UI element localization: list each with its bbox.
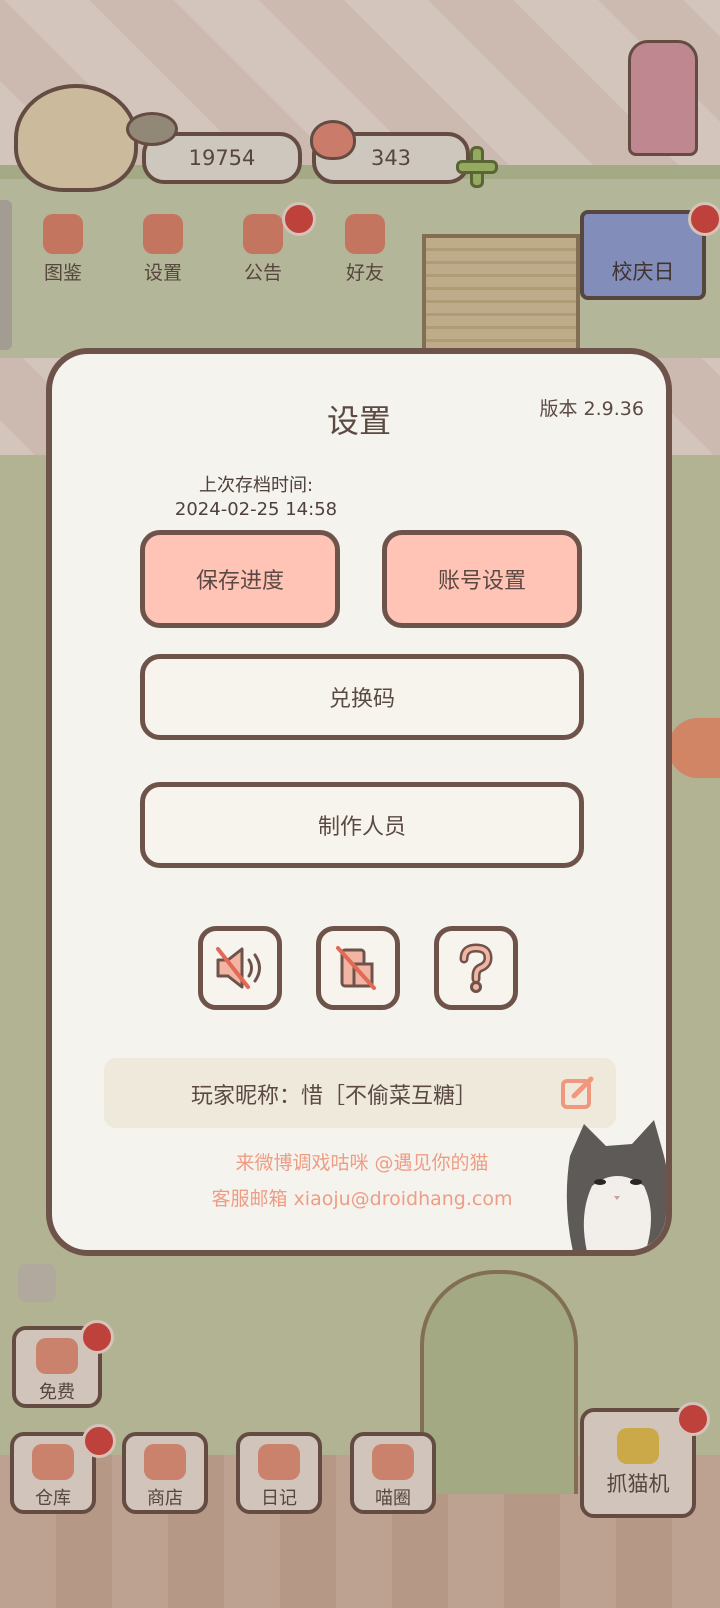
account-settings-button[interactable]: 账号设置: [382, 530, 582, 628]
claw-notification-dot: [676, 1402, 710, 1436]
menu-collection[interactable]: 图鉴: [28, 214, 98, 288]
floor: [0, 1455, 720, 1608]
heart-gem-counter: 343: [312, 132, 470, 184]
gear-icon: [143, 214, 183, 254]
flower-pot-decoration: [628, 40, 698, 156]
version-label: 版本 2.9.36: [539, 398, 644, 420]
settings-dialog: 设置 版本 2.9.36 上次存档时间: 2024-02-25 14:58 保存…: [46, 348, 672, 1256]
sound-muted-icon: [216, 947, 261, 989]
door: [420, 1270, 578, 1494]
player-avatar[interactable]: [14, 84, 138, 192]
menu-announcement[interactable]: 公告: [228, 214, 298, 288]
vibration-toggle-button[interactable]: [316, 926, 400, 1010]
box-icon: [32, 1444, 74, 1480]
circle-button[interactable]: 喵圈: [350, 1432, 436, 1514]
last-save-time: 上次存档时间: 2024-02-25 14:58: [156, 474, 356, 522]
sound-toggle-button[interactable]: [198, 926, 282, 1010]
event-banner[interactable]: 校庆日: [580, 210, 706, 300]
side-drawer-handle[interactable]: [0, 200, 12, 350]
free-button[interactable]: 免费: [12, 1326, 102, 1408]
free-label: 免费: [39, 1382, 75, 1403]
menu-settings-label: 设置: [143, 262, 182, 284]
claw-machine-button[interactable]: 抓猫机: [580, 1408, 696, 1518]
screen-record-button[interactable]: [668, 718, 720, 778]
credits-button[interactable]: 制作人员: [140, 782, 584, 868]
fish-coin-icon: [126, 112, 178, 146]
coin-counter: 19754: [142, 132, 302, 184]
warehouse-label: 仓库: [35, 1488, 71, 1509]
shop-icon: [144, 1444, 186, 1480]
edit-icon[interactable]: [560, 1074, 596, 1110]
last-save-value: 2024-02-25 14:58: [174, 499, 338, 520]
shop-label: 商店: [147, 1488, 183, 1509]
diary-label: 日记: [261, 1488, 297, 1509]
redeem-code-label: 兑换码: [328, 687, 395, 712]
menu-settings[interactable]: 设置: [128, 214, 198, 288]
vibration-off-icon: [336, 946, 376, 990]
diary-icon: [258, 1444, 300, 1480]
question-icon: [459, 943, 493, 993]
add-currency-icon[interactable]: [456, 146, 498, 188]
announcement-notification-dot: [282, 202, 316, 236]
nickname-bar: 玩家昵称：惜［不偷菜互糖］: [104, 1058, 616, 1128]
warehouse-button[interactable]: 仓库: [10, 1432, 96, 1514]
account-settings-label: 账号设置: [437, 569, 526, 594]
shelf: [0, 165, 720, 179]
heart-face-icon: [36, 1338, 78, 1374]
warehouse-notification-dot: [82, 1424, 116, 1458]
cat-planet-icon: [372, 1444, 414, 1480]
support-email-line: 客服邮箱 xiaoju@droidhang.com: [211, 1188, 513, 1210]
menu-collection-label: 图鉴: [43, 262, 82, 284]
help-button[interactable]: [434, 926, 518, 1010]
heart-gem-icon: [310, 120, 356, 160]
free-notification-dot: [80, 1320, 114, 1354]
save-progress-button[interactable]: 保存进度: [140, 530, 340, 628]
cat-photo: [566, 1120, 666, 1250]
nickname-label: 玩家昵称：惜［不偷菜互糖］: [190, 1084, 477, 1109]
menu-friends-label: 好友: [345, 262, 384, 284]
cloud-icon[interactable]: [18, 1264, 56, 1302]
gem-value: 343: [370, 146, 412, 170]
shop-button[interactable]: 商店: [122, 1432, 208, 1514]
window-blind: [422, 234, 580, 352]
menu-announcement-label: 公告: [243, 262, 282, 284]
menu-friends[interactable]: 好友: [330, 214, 400, 288]
diary-button[interactable]: 日记: [236, 1432, 322, 1514]
circle-label: 喵圈: [375, 1488, 411, 1509]
credits-label: 制作人员: [317, 815, 406, 840]
claw-icon: [617, 1428, 659, 1464]
event-notification-dot: [688, 202, 720, 236]
cat-face-icon: [43, 214, 83, 254]
coin-value: 19754: [188, 146, 256, 170]
redeem-code-button[interactable]: 兑换码: [140, 654, 584, 740]
event-banner-label: 校庆日: [611, 260, 675, 284]
save-progress-label: 保存进度: [195, 569, 284, 594]
last-save-label: 上次存档时间:: [198, 475, 314, 496]
friends-icon: [345, 214, 385, 254]
weibo-line: 来微博调戏咕咪 @遇见你的猫: [235, 1152, 489, 1174]
upper-wall: [0, 168, 720, 358]
gift-icon: [243, 214, 283, 254]
claw-machine-label: 抓猫机: [606, 1472, 670, 1496]
